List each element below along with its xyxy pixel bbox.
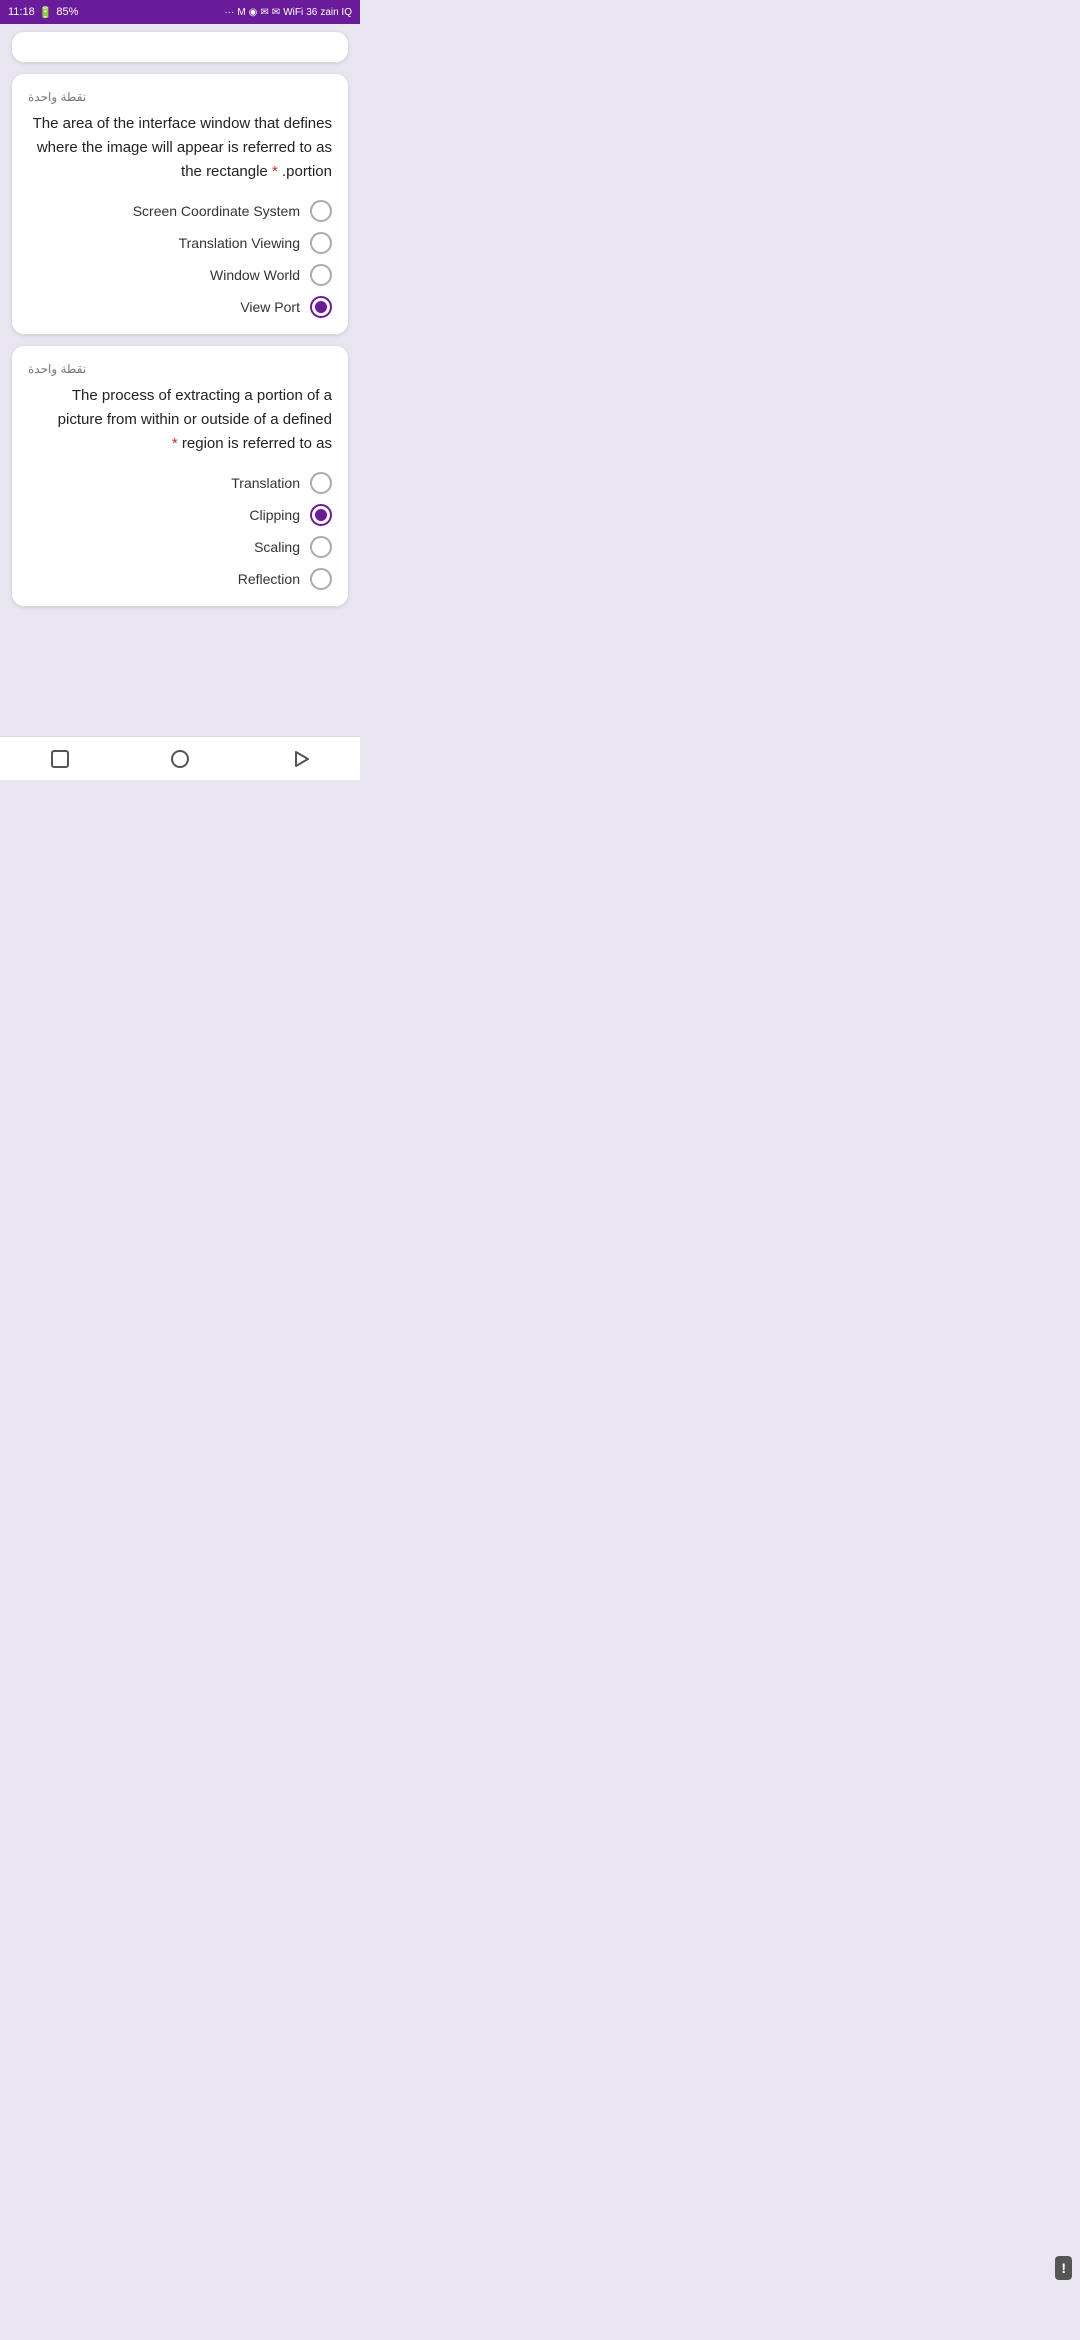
radio-q1o1[interactable] <box>310 200 332 222</box>
radio-q1o4[interactable] <box>310 296 332 318</box>
radio-q1o3[interactable] <box>310 264 332 286</box>
options-list-2: Translation Clipping Scaling Reflection <box>28 472 332 590</box>
question-card-1: نقطة واحدة The area of the interface win… <box>12 74 348 334</box>
time: 11:18 <box>8 6 35 18</box>
options-list-1: Screen Coordinate System Translation Vie… <box>28 200 332 318</box>
nav-triangle-button[interactable] <box>286 745 314 773</box>
option-item-q2o1[interactable]: Translation <box>28 472 332 494</box>
carrier: zain IQ <box>320 7 352 18</box>
asterisk-1: * <box>272 163 278 180</box>
option-item-q1o3[interactable]: Window World <box>28 264 332 286</box>
battery-percent: 85% <box>56 6 78 18</box>
email-icon2: ✉ <box>260 7 268 18</box>
question-text-1: The area of the interface window that de… <box>28 112 332 184</box>
option-label-q1o2: Translation Viewing <box>179 235 300 251</box>
question-card-2: نقطة واحدة The process of extracting a p… <box>12 346 348 606</box>
option-label-q2o3: Scaling <box>254 539 300 555</box>
content-area: نقطة واحدة The area of the interface win… <box>0 24 360 736</box>
wifi-icon: WiFi <box>283 7 303 18</box>
option-item-q2o3[interactable]: Scaling <box>28 536 332 558</box>
whatsapp-icon: ◉ <box>249 7 258 18</box>
option-label-q1o3: Window World <box>210 267 300 283</box>
email-icon1: M <box>237 7 245 18</box>
nav-square-button[interactable] <box>46 745 74 773</box>
nav-bar <box>0 736 360 780</box>
partial-card <box>12 32 348 62</box>
asterisk-2: * <box>172 435 178 452</box>
option-label-q2o4: Reflection <box>238 571 300 587</box>
status-right: ··· M ◉ ✉ ✉ WiFi 36 zain IQ <box>224 7 352 18</box>
status-left: 11:18 🔋 85% <box>8 6 78 19</box>
option-item-q2o4[interactable]: Reflection <box>28 568 332 590</box>
nav-circle-button[interactable] <box>166 745 194 773</box>
points-badge-1: نقطة واحدة <box>28 90 332 104</box>
battery-icon: 🔋 <box>39 6 53 19</box>
question-text-2: The process of extracting a portion of a… <box>28 384 332 456</box>
status-bar: 11:18 🔋 85% ··· M ◉ ✉ ✉ WiFi 36 zain IQ <box>0 0 360 24</box>
option-label-q1o1: Screen Coordinate System <box>133 203 300 219</box>
option-label-q2o1: Translation <box>231 475 300 491</box>
radio-q2o2[interactable] <box>310 504 332 526</box>
option-item-q1o4[interactable]: View Port <box>28 296 332 318</box>
radio-q2o4[interactable] <box>310 568 332 590</box>
radio-q1o2[interactable] <box>310 232 332 254</box>
email-icon3: ✉ <box>272 7 280 18</box>
report-button[interactable]: ! <box>1055 2256 1072 2280</box>
option-label-q1o4: View Port <box>240 299 300 315</box>
option-item-q2o2[interactable]: Clipping <box>28 504 332 526</box>
option-label-q2o2: Clipping <box>249 507 300 523</box>
dots-icon: ··· <box>224 7 234 18</box>
signal-icon: 36 <box>306 7 317 18</box>
option-item-q1o2[interactable]: Translation Viewing <box>28 232 332 254</box>
radio-q2o1[interactable] <box>310 472 332 494</box>
points-badge-2: نقطة واحدة <box>28 362 332 376</box>
radio-q2o3[interactable] <box>310 536 332 558</box>
option-item-q1o1[interactable]: Screen Coordinate System <box>28 200 332 222</box>
